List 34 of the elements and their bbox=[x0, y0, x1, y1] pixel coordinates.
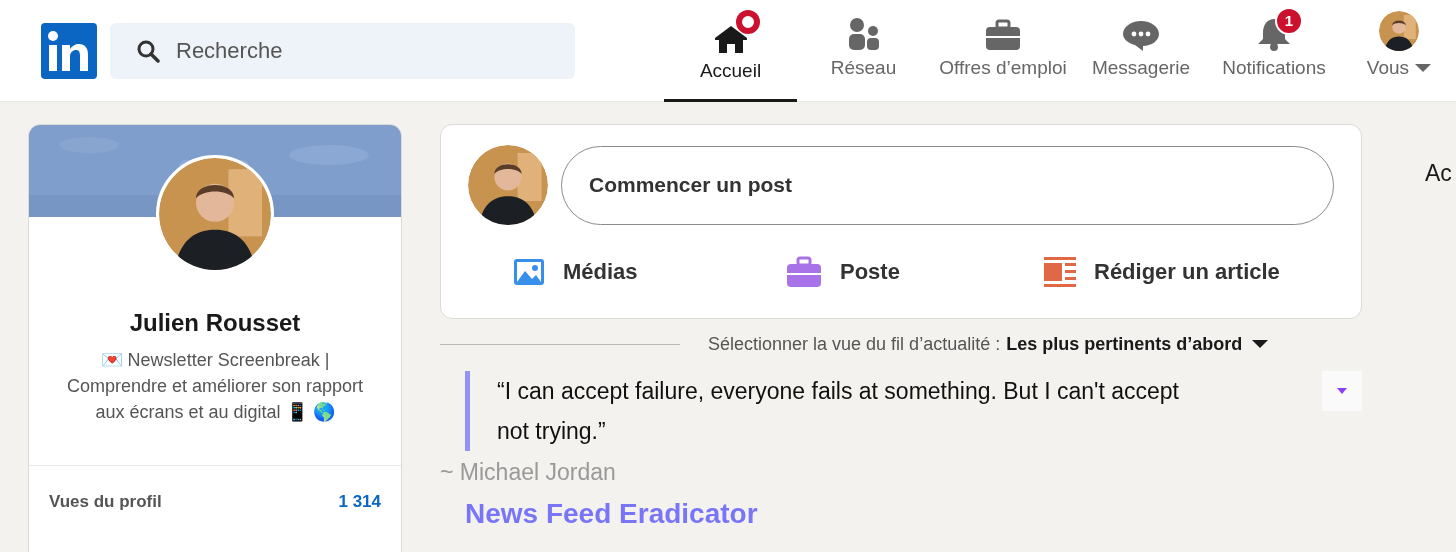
stat-value: 1 314 bbox=[338, 492, 381, 512]
caret-icon bbox=[1252, 339, 1269, 349]
nav-tab[interactable]: Accueil bbox=[664, 0, 797, 102]
image-icon bbox=[513, 258, 545, 286]
stat-label: Vues du profil bbox=[49, 492, 162, 512]
post-action-button[interactable]: Médias bbox=[513, 252, 786, 292]
avatar bbox=[1379, 10, 1419, 51]
search-field[interactable]: Recherche bbox=[110, 22, 575, 79]
sort-label: Sélectionner la vue du fil d’actualité : bbox=[708, 333, 1001, 355]
quote-text: “I can accept failure, everyone fails at something. But I can't accept not trying.” bbox=[465, 371, 1217, 451]
profile-headline: 💌 Newsletter Screenbreak | Comprendre et améliorer son rapport aux écrans et au digital 📱 🌎 bbox=[65, 349, 365, 424]
people-icon bbox=[846, 16, 881, 51]
nav-tab[interactable]: Réseau bbox=[797, 0, 930, 102]
nav-tab[interactable]: 1 Notifications bbox=[1206, 0, 1342, 102]
notification-count: 1 bbox=[1275, 6, 1303, 35]
caret-icon bbox=[1337, 388, 1347, 394]
profile-name[interactable]: Julien Rousset bbox=[29, 309, 401, 337]
caret-icon bbox=[1415, 62, 1432, 73]
start-post-button[interactable]: Commencer un post bbox=[561, 145, 1334, 225]
section-heading: Ac bbox=[1425, 160, 1453, 187]
quote-author: ~ Michael Jordan bbox=[440, 459, 617, 486]
sort-dropdown[interactable]: Les plus pertinents d’abord bbox=[1000, 333, 1275, 355]
article-icon bbox=[1044, 257, 1076, 287]
briefcase-icon bbox=[985, 18, 1021, 51]
nav-tab[interactable]: Messagerie bbox=[1076, 0, 1206, 102]
chat-bubble-icon bbox=[1122, 18, 1160, 51]
house-icon bbox=[713, 23, 748, 54]
briefcase-icon bbox=[786, 256, 822, 288]
post-action-button[interactable]: Poste bbox=[786, 252, 1044, 292]
post-action-button[interactable]: Rédiger un article bbox=[1044, 252, 1280, 292]
notification-dot bbox=[735, 9, 760, 34]
nav-tab[interactable]: Vous bbox=[1342, 0, 1456, 102]
logo-icon[interactable] bbox=[41, 22, 97, 79]
nav-tab[interactable]: Offres d’emploi bbox=[930, 0, 1076, 102]
